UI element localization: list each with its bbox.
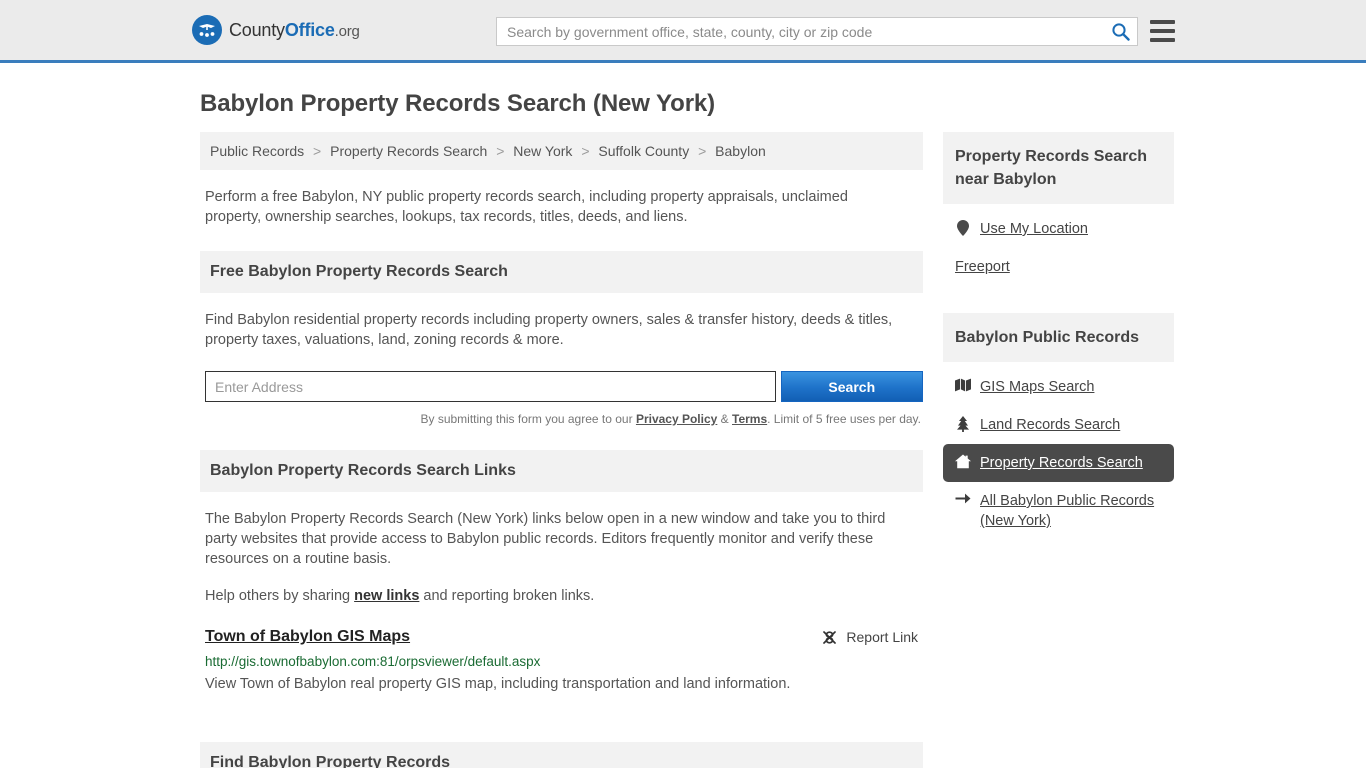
terms-link[interactable]: Terms	[732, 412, 767, 426]
site-header: CountyOffice.org	[0, 0, 1366, 63]
form-disclaimer: By submitting this form you agree to our…	[200, 412, 923, 426]
find-section-heading: Find Babylon Property Records	[200, 742, 923, 768]
hamburger-menu-icon[interactable]	[1150, 20, 1175, 42]
map-pin-icon	[955, 220, 971, 236]
link-item-description: View Town of Babylon real property GIS m…	[205, 676, 791, 692]
breadcrumb-separator: >	[496, 143, 505, 159]
free-search-description: Find Babylon residential property record…	[205, 312, 893, 348]
link-item-title[interactable]: Town of Babylon GIS Maps	[205, 628, 410, 646]
global-search-bar[interactable]	[496, 17, 1138, 46]
map-icon	[955, 378, 971, 392]
share-text-post: and reporting broken links.	[419, 588, 595, 604]
sidebar-item-label: Use My Location	[980, 221, 1088, 237]
link-item: Town of Babylon GIS Maps Report Link htt…	[205, 628, 923, 692]
intro-paragraph: Perform a free Babylon, NY public proper…	[205, 189, 848, 225]
sidebar-item-label: All Babylon Public Records (New York)	[980, 493, 1155, 529]
breadcrumb-item-new-york[interactable]: New York	[513, 143, 572, 159]
breadcrumb-separator: >	[581, 143, 590, 159]
address-input[interactable]	[205, 371, 776, 402]
address-search-button[interactable]: Search	[780, 371, 923, 402]
hamburger-bar	[1150, 20, 1175, 24]
site-logo-text: CountyOffice.org	[229, 20, 360, 41]
global-search-input[interactable]	[497, 23, 1103, 40]
page-title: Babylon Property Records Search (New Yor…	[200, 90, 716, 117]
logo-text-office: Office	[284, 19, 335, 40]
tree-icon	[955, 416, 971, 432]
sidebar-item-all-public-records[interactable]: All Babylon Public Records (New York)	[943, 482, 1174, 540]
sidebar-item-freeport[interactable]: Freeport	[943, 248, 1174, 286]
breadcrumb-separator: >	[313, 143, 322, 159]
site-logo[interactable]: CountyOffice.org	[192, 15, 360, 45]
breadcrumb-separator: >	[698, 143, 707, 159]
sidebar-item-label: GIS Maps Search	[980, 379, 1095, 395]
links-section-description: The Babylon Property Records Search (New…	[205, 511, 886, 567]
main-column: Public Records > Property Records Search…	[200, 132, 923, 768]
report-link-button[interactable]: Report Link	[821, 629, 923, 646]
home-icon	[955, 454, 971, 469]
address-search-form: Search	[205, 371, 923, 402]
arrow-right-icon	[955, 492, 971, 505]
sidebar-item-label: Freeport	[955, 259, 1010, 275]
link-item-url[interactable]: http://gis.townofbabylon.com:81/orpsview…	[205, 654, 923, 669]
logo-text-org: .org	[334, 22, 360, 40]
link-item-header: Town of Babylon GIS Maps Report Link	[205, 628, 923, 646]
disclaimer-text-pre: By submitting this form you agree to our	[420, 412, 636, 426]
breadcrumb-item-suffolk-county[interactable]: Suffolk County	[598, 143, 689, 159]
logo-text-county: County	[229, 19, 285, 40]
global-search-button[interactable]	[1103, 18, 1137, 45]
broken-link-icon	[823, 630, 837, 644]
hamburger-bar	[1150, 38, 1175, 42]
page-container: Babylon Property Records Search (New Yor…	[0, 90, 1366, 768]
share-text-pre: Help others by sharing	[205, 588, 355, 604]
share-links-paragraph: Help others by sharing new links and rep…	[205, 586, 905, 606]
new-links-link[interactable]: new links	[354, 588, 419, 604]
content-columns: Public Records > Property Records Search…	[200, 132, 1174, 768]
sidebar-item-use-my-location[interactable]: Use My Location	[943, 210, 1174, 248]
hamburger-bar	[1150, 29, 1175, 33]
sidebar-item-gis-maps-search[interactable]: GIS Maps Search	[943, 368, 1174, 406]
disclaimer-text-post: . Limit of 5 free uses per day.	[767, 412, 921, 426]
disclaimer-amp: &	[717, 412, 732, 426]
eagle-seal-logo-icon	[192, 15, 222, 45]
sidebar-near-list: Use My Location Freeport	[943, 210, 1174, 286]
sidebar-item-property-records-search[interactable]: Property Records Search	[943, 444, 1174, 482]
sidebar-near-heading: Property Records Search near Babylon	[943, 132, 1174, 204]
privacy-policy-link[interactable]: Privacy Policy	[636, 412, 717, 426]
sidebar-item-label: Land Records Search	[980, 417, 1121, 433]
sidebar-public-records-list: GIS Maps Search Land Records Search Prop…	[943, 368, 1174, 540]
search-icon	[1111, 23, 1130, 41]
breadcrumb-item-public-records[interactable]: Public Records	[210, 143, 304, 159]
free-search-heading: Free Babylon Property Records Search	[200, 251, 923, 293]
breadcrumb-item-property-records-search[interactable]: Property Records Search	[330, 143, 487, 159]
report-link-label: Report Link	[846, 629, 918, 645]
sidebar-public-records-heading: Babylon Public Records	[943, 313, 1174, 362]
sidebar-item-label: Property Records Search	[980, 455, 1143, 471]
breadcrumb: Public Records > Property Records Search…	[200, 132, 923, 170]
links-section-heading: Babylon Property Records Search Links	[200, 450, 923, 492]
sidebar: Property Records Search near Babylon Use…	[943, 132, 1174, 540]
sidebar-item-land-records-search[interactable]: Land Records Search	[943, 406, 1174, 444]
breadcrumb-item-babylon[interactable]: Babylon	[715, 143, 766, 159]
